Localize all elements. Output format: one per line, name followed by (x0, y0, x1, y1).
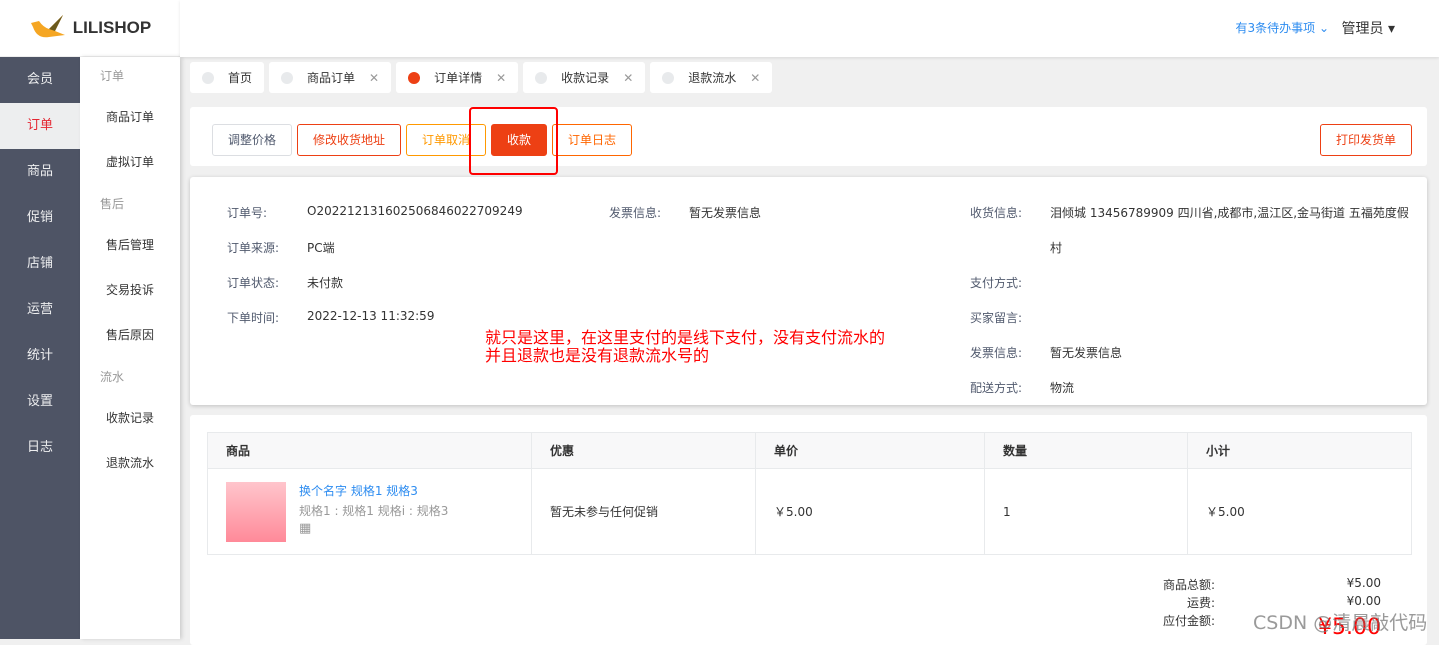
label: 买家留言: (970, 311, 1023, 325)
bird-logo-icon (30, 15, 65, 38)
group-flow: 流水 (100, 370, 125, 384)
nav-settings[interactable]: 设置 (0, 379, 80, 425)
invoice-info-2: 暂无发票信息 (1050, 346, 1123, 360)
order-number: O202212131602506846022709249 (307, 204, 523, 218)
nav2-refund-flow[interactable]: 退款流水 (80, 441, 180, 486)
admin-menu[interactable]: 管理员 ▾ (1342, 18, 1395, 38)
col-header: 商品 (207, 432, 532, 469)
tab-home[interactable]: 首页 (190, 62, 265, 93)
table-row: 换个名字 规格1 规格3 规格1 : 规格1 规格i : 规格3 ▦ 暂无未参与… (207, 468, 1412, 555)
group-order: 订单 (100, 69, 125, 83)
close-icon[interactable]: ✕ (496, 71, 506, 85)
order-status: 未付款 (307, 276, 344, 290)
primary-nav: 会员 订单 商品 促销 店铺 运营 统计 设置 日志 (0, 57, 80, 639)
product-spec: 规格1 : 规格1 规格i : 规格3 (299, 503, 449, 518)
label: 订单状态: (227, 276, 280, 290)
logo-text: LILISHOP (72, 18, 152, 37)
todo-link[interactable]: 有3条待办事项 ⌄ (1235, 19, 1329, 36)
label: 下单时间: (227, 311, 280, 325)
nav-member[interactable]: 会员 (0, 57, 80, 103)
nav-stats[interactable]: 统计 (0, 333, 80, 379)
nav-goods[interactable]: 商品 (0, 149, 80, 195)
nav2-complaints[interactable]: 交易投诉 (80, 268, 180, 313)
label: 发票信息: (609, 206, 662, 220)
close-icon[interactable]: ✕ (750, 71, 760, 85)
label: 订单来源: (227, 241, 280, 255)
goods-total: ¥5.00 (1346, 576, 1381, 590)
order-time: 2022-12-13 11:32:59 (307, 309, 435, 323)
label: 订单号: (227, 206, 268, 220)
nav2-aftersale-reason[interactable]: 售后原因 (80, 313, 180, 358)
annotation-note: 就只是这里，在这里支付的是线下支付，没有支付流水的 并且退款也是没有退款流水号的 (485, 328, 886, 365)
nav2-virtual-order[interactable]: 虚拟订单 (80, 140, 180, 185)
label: 发票信息: (970, 346, 1023, 360)
nav-promotion[interactable]: 促销 (0, 195, 80, 241)
tab-goods-order[interactable]: 商品订单 ✕ (269, 62, 392, 93)
product-image (226, 481, 286, 542)
nav-store[interactable]: 店铺 (0, 241, 80, 287)
receiver-info-cont: 村 (1050, 241, 1063, 255)
col-header: 小计 (1187, 432, 1412, 469)
adjust-price-button[interactable]: 调整价格 (212, 124, 293, 156)
shipping-method: 物流 (1050, 381, 1075, 395)
order-source: PC端 (307, 241, 335, 255)
label: 支付方式: (970, 276, 1023, 290)
tab-refund-flow[interactable]: 退款流水 ✕ (650, 62, 773, 93)
col-header: 单价 (755, 432, 985, 469)
goods-table: 商品 优惠 单价 数量 小计 换个名字 规格1 规格3 规格1 : 规格1 规格i : … (207, 432, 1412, 555)
nav2-goods-order[interactable]: 商品订单 (80, 95, 180, 140)
print-invoice-button[interactable]: 打印发货单 (1319, 124, 1412, 156)
unit-price: ￥5.00 (755, 468, 985, 555)
label: 应付金额: (1162, 614, 1215, 628)
secondary-nav: 订单 商品订单 虚拟订单 售后 售后管理 交易投诉 售后原因 流水 收款记录 退… (80, 57, 180, 639)
nav2-aftersale-manage[interactable]: 售后管理 (80, 223, 180, 268)
header: 有3条待办事项 ⌄ 管理员 ▾ (180, 0, 1439, 57)
label: 收货信息: (970, 206, 1023, 220)
invoice-info: 暂无发票信息 (689, 206, 762, 220)
action-bar: 调整价格 修改收货地址 订单取消 收款 订单日志 打印发货单 (190, 107, 1427, 166)
tab-bar: 首页 商品订单 ✕ 订单详情 ✕ 收款记录 ✕ 退款流水 ✕ (190, 62, 773, 93)
col-header: 优惠 (531, 432, 756, 469)
qrcode-icon[interactable]: ▦ (299, 521, 448, 536)
label: 运费: (1186, 596, 1215, 610)
quantity: 1 (984, 468, 1188, 555)
order-log-button[interactable]: 订单日志 (552, 124, 633, 156)
logo: LILISHOP (0, 0, 180, 57)
watermark: CSDN @清晨敲代码 (1253, 612, 1428, 634)
close-icon[interactable]: ✕ (623, 71, 633, 85)
nav2-receipts[interactable]: 收款记录 (80, 396, 180, 441)
nav-order[interactable]: 订单 (0, 103, 80, 149)
promo: 暂无未参与任何促销 (531, 468, 756, 555)
edit-address-button[interactable]: 修改收货地址 (297, 124, 402, 156)
subtotal: ￥5.00 (1187, 468, 1412, 555)
nav-operation[interactable]: 运营 (0, 287, 80, 333)
col-header: 数量 (984, 432, 1188, 469)
shipping-fee: ¥0.00 (1346, 594, 1381, 608)
goods-card: 商品 优惠 单价 数量 小计 换个名字 规格1 规格3 规格1 : 规格1 规格i : … (190, 415, 1427, 645)
receiver-info: 泪倾城 13456789909 四川省,成都市,温江区,金马街道 五福苑度假 (1050, 206, 1409, 220)
tab-receipts[interactable]: 收款记录 ✕ (523, 62, 646, 93)
label: 商品总额: (1162, 578, 1215, 592)
tab-order-detail[interactable]: 订单详情 ✕ (396, 62, 519, 93)
close-icon[interactable]: ✕ (369, 71, 379, 85)
product-name[interactable]: 换个名字 规格1 规格3 (299, 482, 448, 499)
order-info: 订单号: O202212131602506846022709249 订单来源: … (190, 177, 1427, 405)
group-aftersale: 售后 (100, 197, 125, 211)
nav-logs[interactable]: 日志 (0, 425, 80, 471)
annotation-highlight (469, 107, 558, 175)
label: 配送方式: (970, 381, 1023, 395)
